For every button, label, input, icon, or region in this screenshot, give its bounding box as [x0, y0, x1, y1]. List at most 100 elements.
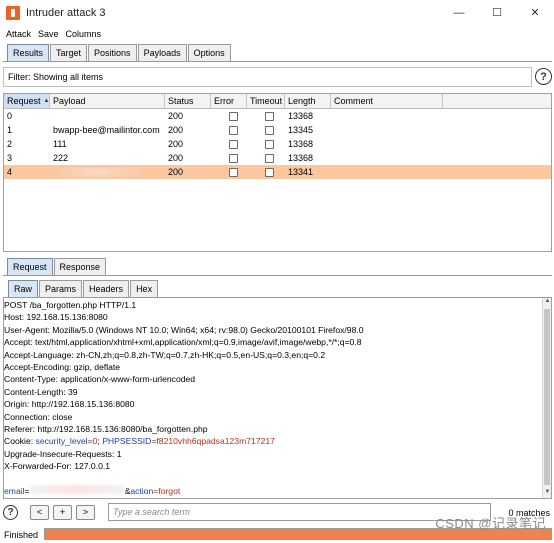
tab-request[interactable]: Request [7, 258, 53, 275]
cell-payload [50, 165, 165, 179]
message-tabs: Request Response [7, 258, 107, 275]
tab-options[interactable]: Options [187, 44, 231, 61]
cell-length: 13368 [288, 153, 314, 163]
column-header-length[interactable]: Length [285, 94, 331, 108]
filter-bar[interactable]: Filter: Showing all items [3, 67, 532, 87]
header-line: Content-Type: application/x-www-form-url… [4, 374, 196, 385]
tab-headers[interactable]: Headers [83, 280, 130, 297]
cookie-value: =f8210vhh6qpadsa123m717217 [151, 436, 275, 447]
cell-status: 200 [168, 111, 184, 121]
header-line: User-Agent: Mozilla/5.0 (Windows NT 10.0… [4, 324, 364, 335]
tab-divider [3, 61, 552, 62]
cell-comment [331, 165, 443, 179]
error-checkbox [229, 125, 238, 135]
cell-length: 13341 [288, 167, 314, 177]
menu-bar: Attack Save Columns [0, 25, 554, 42]
previous-button[interactable]: < [30, 504, 49, 520]
column-header-request[interactable]: Request ▲ [4, 94, 50, 108]
maximize-button[interactable]: ☐ [478, 0, 516, 25]
results-table: Request ▲ Payload Status Error Timeout L… [3, 93, 552, 252]
timeout-checkbox [265, 167, 274, 177]
body-key: email [4, 485, 25, 496]
column-header-comment[interactable]: Comment [331, 94, 443, 108]
header-line: Accept-Language: zh-CN,zh;q=0.8,zh-TW;q=… [4, 349, 326, 360]
body-key: action [130, 485, 154, 496]
cell-request: 4 [7, 167, 13, 177]
menu-columns[interactable]: Columns [66, 29, 102, 39]
cell-payload: 222 [53, 153, 69, 163]
column-header-status[interactable]: Status [165, 94, 211, 108]
timeout-checkbox [265, 125, 274, 135]
table-row-selected[interactable]: 4 200 13341 [4, 165, 551, 179]
close-button[interactable]: ✕ [516, 0, 554, 25]
timeout-checkbox [265, 111, 274, 121]
tab-results[interactable]: Results [7, 44, 50, 61]
cell-comment [331, 109, 443, 123]
attack-tabs: Results Target Positions Payloads Option… [7, 44, 232, 61]
cell-comment [331, 151, 443, 165]
header-line: Origin: http://192.168.15.136:8080 [4, 399, 135, 410]
menu-attack[interactable]: Attack [6, 29, 31, 39]
tab-divider [3, 275, 552, 276]
tab-response[interactable]: Response [53, 258, 107, 275]
table-row[interactable]: 3 222 200 13368 [4, 151, 551, 165]
body-value: =forgot [153, 485, 181, 496]
cell-request: 0 [7, 111, 13, 121]
tab-params[interactable]: Params [39, 280, 83, 297]
tab-target[interactable]: Target [50, 44, 88, 61]
cookie-key: PHPSESSID [102, 436, 152, 447]
error-checkbox [229, 167, 238, 177]
error-checkbox [229, 139, 238, 149]
cell-payload: bwapp-bee@mailintor.com [53, 125, 160, 135]
cell-status: 200 [168, 139, 184, 149]
header-line: Content-Length: 39 [4, 386, 78, 397]
cell-request: 1 [7, 125, 13, 135]
next-button[interactable]: > [76, 504, 95, 520]
filter-text: Filter: Showing all items [8, 72, 104, 82]
status-text: Finished [4, 529, 39, 540]
cell-status: 200 [168, 153, 184, 163]
add-button[interactable]: + [53, 504, 72, 520]
burp-logo-icon [6, 5, 20, 20]
cell-payload [50, 109, 165, 123]
cell-length: 13368 [288, 111, 314, 121]
tab-raw[interactable]: Raw [8, 280, 39, 297]
editor-tabs: Raw Params Headers Hex [8, 280, 159, 297]
help-icon[interactable]: ? [3, 504, 18, 520]
cookie-value: =0 [87, 436, 98, 447]
scroll-thumb[interactable] [544, 309, 550, 485]
help-icon[interactable]: ? [535, 68, 552, 85]
column-header-error[interactable]: Error [211, 94, 247, 108]
cell-payload: 111 [53, 139, 67, 149]
vertical-scrollbar[interactable]: ▲ ▼ [542, 298, 551, 498]
timeout-checkbox [265, 139, 274, 149]
tab-hex[interactable]: Hex [130, 280, 159, 297]
cell-length: 13345 [288, 125, 314, 135]
tab-positions[interactable]: Positions [88, 44, 137, 61]
menu-save[interactable]: Save [38, 29, 59, 39]
search-input[interactable] [108, 503, 491, 521]
column-header-payload[interactable]: Payload [50, 94, 165, 108]
tab-payloads[interactable]: Payloads [137, 44, 187, 61]
cookie-line: Cookie: security_level=0; PHPSESSID=f821… [4, 436, 275, 447]
body-line: email= &action=forgot [4, 484, 181, 496]
table-row[interactable]: 0 200 13368 [4, 109, 551, 123]
table-row[interactable]: 2 111 200 13368 [4, 137, 551, 151]
column-header-timeout[interactable]: Timeout [247, 94, 285, 108]
scroll-down-icon[interactable]: ▼ [543, 489, 551, 498]
cell-status: 200 [168, 125, 184, 135]
minimize-button[interactable]: — [440, 0, 478, 25]
cookie-key: security_level [35, 436, 88, 447]
window-controls: — ☐ ✕ [440, 0, 554, 25]
cell-length: 13368 [288, 139, 314, 149]
error-checkbox [229, 153, 238, 163]
title-bar: Intruder attack 3 — ☐ ✕ [0, 0, 554, 25]
timeout-checkbox [265, 153, 274, 163]
table-header: Request ▲ Payload Status Error Timeout L… [4, 94, 551, 109]
scroll-up-icon[interactable]: ▲ [543, 298, 551, 307]
raw-request-editor[interactable]: POST /ba_forgotten.php HTTP/1.1 Host: 19… [3, 298, 552, 499]
header-line: Accept: text/html,application/xhtml+xml,… [4, 337, 362, 348]
table-row[interactable]: 1 bwapp-bee@mailintor.com 200 13345 [4, 123, 551, 137]
window-title: Intruder attack 3 [26, 6, 106, 19]
